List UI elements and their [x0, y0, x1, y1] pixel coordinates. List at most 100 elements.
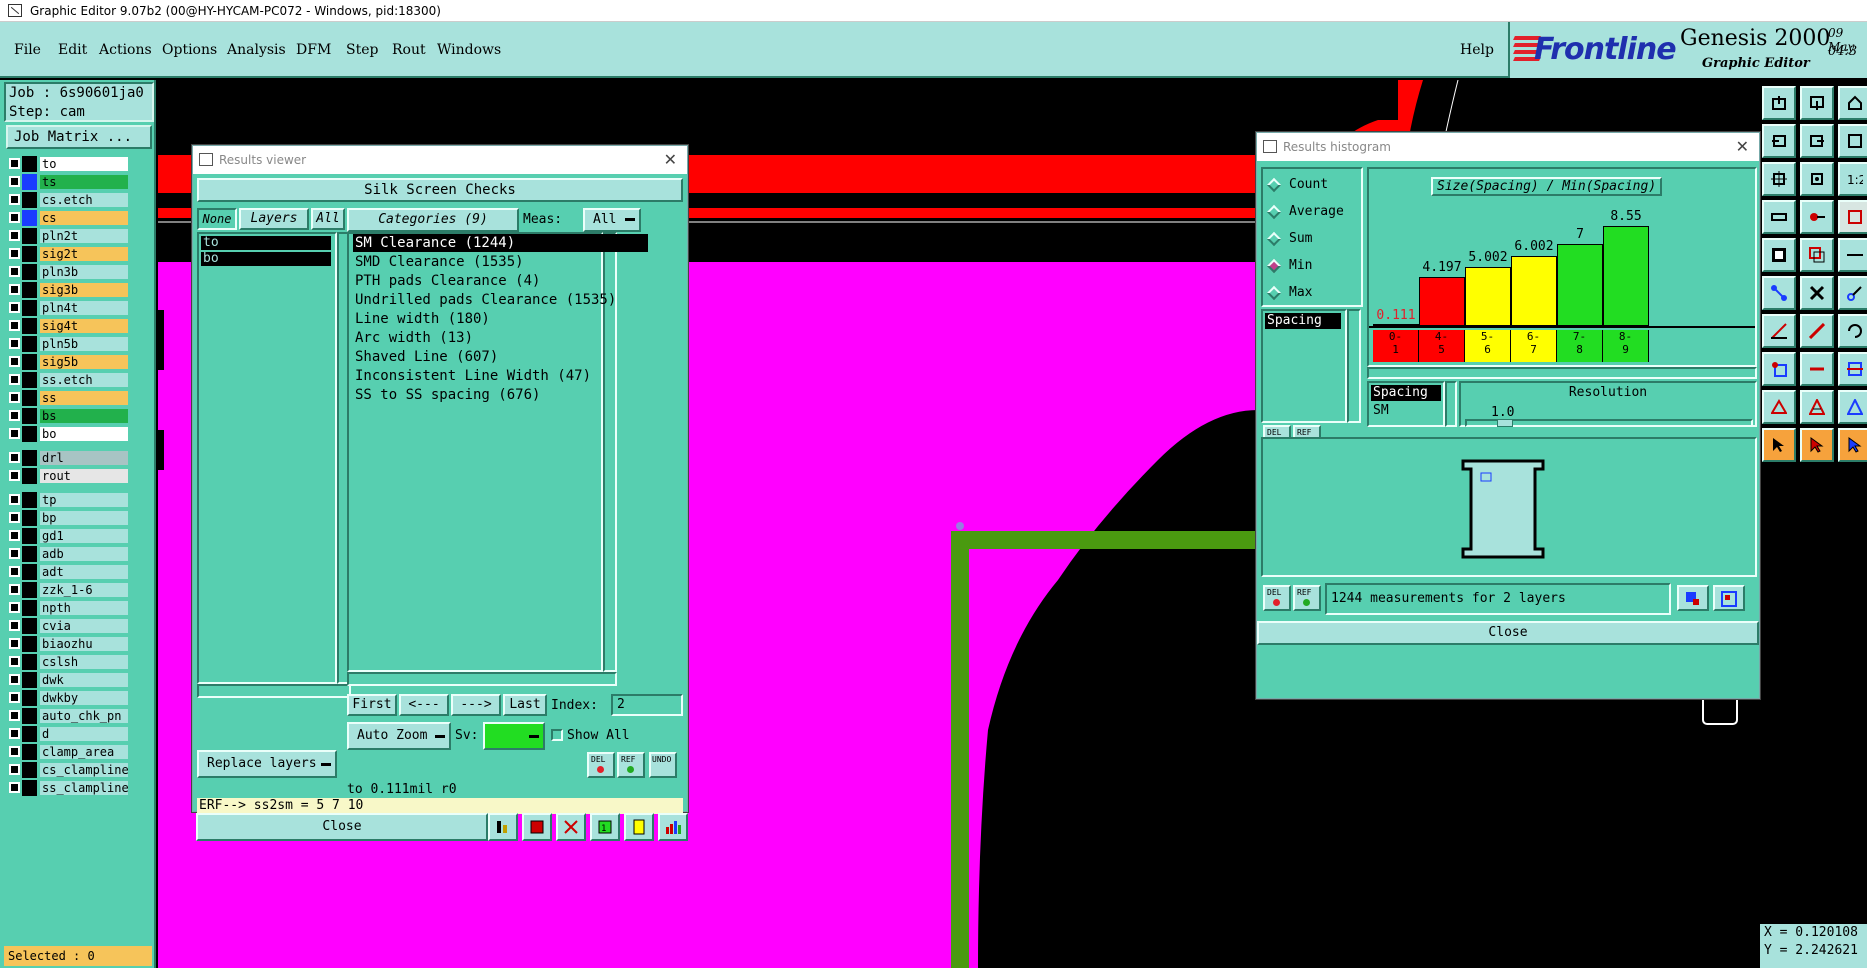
layer-row[interactable]: auto_chk_pn	[6, 708, 128, 724]
index-input[interactable]: 2	[611, 694, 683, 716]
layer-checkbox[interactable]	[9, 638, 20, 649]
layer-checkbox[interactable]	[9, 620, 20, 631]
rv-tool-5[interactable]	[624, 813, 654, 841]
option-max[interactable]: Max	[1266, 285, 1312, 300]
category-item[interactable]: PTH pads Clearance (4)	[353, 272, 540, 290]
tool-btn-15[interactable]	[1838, 238, 1867, 272]
none-button[interactable]: None	[197, 208, 237, 230]
layer-checkbox[interactable]	[9, 212, 20, 223]
sv-color-dropdown[interactable]	[483, 722, 545, 750]
tool-btn-9[interactable]: 1:2	[1838, 162, 1867, 196]
layer-row[interactable]: ss.etch	[6, 372, 128, 388]
tool-btn-16[interactable]	[1762, 276, 1796, 310]
layer-row[interactable]: rout	[6, 468, 128, 484]
measure-item[interactable]: Spacing	[1265, 313, 1341, 329]
prev-button[interactable]: <---	[399, 694, 449, 716]
layer-checkbox[interactable]	[9, 230, 20, 241]
category-item[interactable]: Line width (180)	[353, 310, 490, 328]
category-list-hscroll[interactable]	[347, 672, 617, 686]
layer-row[interactable]: cs.etch	[6, 192, 128, 208]
tool-btn-4[interactable]	[1762, 124, 1796, 158]
histogram-category-label[interactable]: 7- 8	[1557, 330, 1603, 362]
histogram-category-label[interactable]: 5- 6	[1465, 330, 1511, 362]
layer-row[interactable]: cslsh	[6, 654, 128, 670]
menu-dfm[interactable]: DFM	[296, 42, 331, 58]
menu-rout[interactable]: Rout	[392, 42, 426, 58]
measure-list-scrollbar[interactable]	[1347, 309, 1361, 423]
layer-row[interactable]: sig3b	[6, 282, 128, 298]
histogram-category-label[interactable]: 8- 9	[1603, 330, 1649, 362]
histogram-category-label[interactable]: 4- 5	[1419, 330, 1465, 362]
result-layer-item[interactable]: to	[201, 236, 331, 250]
layer-checkbox[interactable]	[9, 674, 20, 685]
hist-ref-button-2[interactable]: REF	[1293, 585, 1321, 611]
tool-btn-25[interactable]	[1762, 390, 1796, 424]
histogram-category-label[interactable]: 6- 7	[1511, 330, 1557, 362]
layer-checkbox[interactable]	[9, 176, 20, 187]
layer-checkbox[interactable]	[9, 284, 20, 295]
tool-btn-22[interactable]	[1762, 352, 1796, 386]
tool-btn-6[interactable]	[1838, 124, 1867, 158]
layer-row[interactable]: d	[6, 726, 128, 742]
layer-checkbox[interactable]	[9, 512, 20, 523]
layer-row[interactable]: gd1	[6, 528, 128, 544]
layer-checkbox[interactable]	[9, 320, 20, 331]
category-item[interactable]: Arc width (13)	[353, 329, 473, 347]
layer-checkbox[interactable]	[9, 470, 20, 481]
layer-row[interactable]: sig5b	[6, 354, 128, 370]
layer-row[interactable]: dwk	[6, 672, 128, 688]
layer-row[interactable]: dwkby	[6, 690, 128, 706]
layer-list-hscroll[interactable]	[197, 684, 351, 698]
tool-btn-26[interactable]	[1800, 390, 1834, 424]
layer-row[interactable]: pln4t	[6, 300, 128, 316]
layer-row[interactable]: clamp_area	[6, 744, 128, 760]
tool-btn-24[interactable]	[1838, 352, 1867, 386]
layer-checkbox[interactable]	[9, 764, 20, 775]
bottom-item[interactable]: SM	[1371, 403, 1441, 419]
layer-results-list[interactable]: to bo	[197, 232, 337, 684]
measure-list[interactable]: Spacing	[1261, 309, 1347, 423]
bottom-list[interactable]: Spacing SM	[1367, 381, 1445, 427]
layer-row[interactable]: pln2t	[6, 228, 128, 244]
first-button[interactable]: First	[347, 694, 397, 716]
option-count[interactable]: Count	[1266, 177, 1328, 192]
layer-checkbox[interactable]	[9, 410, 20, 421]
layer-checkbox[interactable]	[9, 266, 20, 277]
layer-row[interactable]: pln3b	[6, 264, 128, 280]
menu-edit[interactable]: Edit	[58, 42, 87, 58]
histogram-bar[interactable]	[1465, 267, 1511, 326]
layer-row[interactable]: npth	[6, 600, 128, 616]
histogram-category-label[interactable]: 0- 1	[1373, 330, 1419, 362]
rv-tool-3[interactable]	[556, 813, 586, 841]
tool-btn-19[interactable]	[1762, 314, 1796, 348]
menu-step[interactable]: Step	[346, 42, 378, 58]
layer-checkbox[interactable]	[9, 584, 20, 595]
layer-checkbox[interactable]	[9, 602, 20, 613]
result-layer-item[interactable]: bo	[201, 252, 331, 266]
tool-btn-18[interactable]	[1838, 276, 1867, 310]
layer-checkbox[interactable]	[9, 548, 20, 559]
hist-export-button[interactable]	[1677, 585, 1709, 611]
category-item[interactable]: SM Clearance (1244)	[353, 234, 648, 252]
layer-row[interactable]: biaozhu	[6, 636, 128, 652]
layer-row[interactable]: cs_clampline	[6, 762, 129, 778]
category-item[interactable]: Undrilled pads Clearance (1535)	[353, 291, 616, 309]
chart-hscroll[interactable]	[1367, 367, 1757, 379]
rv-tool-1[interactable]	[488, 813, 518, 841]
tool-btn-10[interactable]	[1762, 200, 1796, 234]
tool-btn-28[interactable]	[1762, 428, 1796, 462]
rv-tool-2[interactable]	[522, 813, 552, 841]
layer-checkbox[interactable]	[9, 692, 20, 703]
layer-checkbox[interactable]	[9, 452, 20, 463]
layer-checkbox[interactable]	[9, 356, 20, 367]
categories-button[interactable]: Categories (9)	[347, 208, 519, 232]
layer-checkbox[interactable]	[9, 566, 20, 577]
last-button[interactable]: Last	[503, 694, 547, 716]
category-item[interactable]: SMD Clearance (1535)	[353, 253, 524, 271]
tool-btn-13[interactable]	[1762, 238, 1796, 272]
menu-windows[interactable]: Windows	[437, 42, 501, 58]
tool-btn-21[interactable]	[1838, 314, 1867, 348]
zoom-dropdown[interactable]: Auto Zoom	[347, 722, 451, 750]
menu-actions[interactable]: Actions	[99, 42, 152, 58]
tool-btn-11[interactable]	[1800, 200, 1834, 234]
